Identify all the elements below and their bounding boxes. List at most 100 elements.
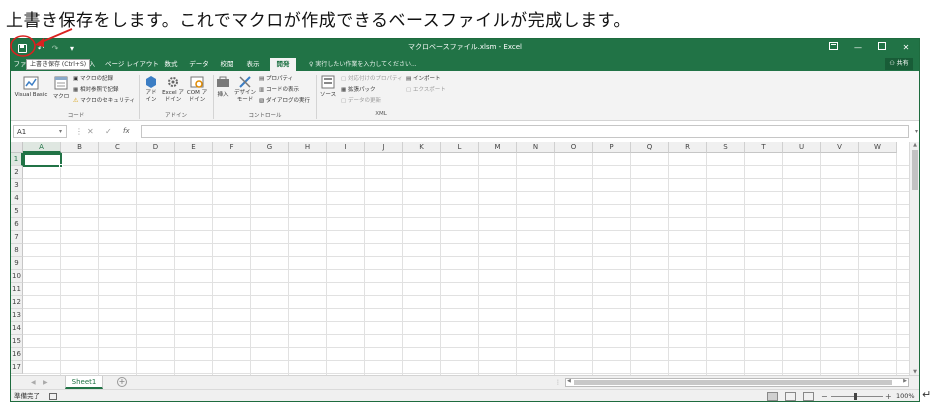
addins-button[interactable]: アド イン [142, 75, 160, 104]
row-header-15[interactable]: 15 [11, 335, 23, 348]
zoom-slider[interactable] [831, 396, 883, 397]
view-code-button[interactable]: ▥ コードの表示 [259, 85, 299, 93]
column-header-m[interactable]: M [479, 142, 517, 153]
excel-addins-button[interactable]: Excel アドイン [162, 75, 184, 104]
maximize-button[interactable] [869, 41, 895, 55]
tab-file[interactable]: ファ [13, 58, 27, 71]
column-header-c[interactable]: C [99, 142, 137, 153]
column-header-n[interactable]: N [517, 142, 555, 153]
tab-data[interactable]: データ [187, 58, 211, 71]
scroll-left-icon[interactable]: ◀ [567, 378, 571, 384]
column-header-t[interactable]: T [745, 142, 783, 153]
zoom-level[interactable]: 100% [896, 390, 915, 401]
row-header-4[interactable]: 4 [11, 192, 23, 205]
ribbon-display-options-button[interactable] [820, 41, 846, 55]
row-header-14[interactable]: 14 [11, 322, 23, 335]
confirm-edit-button[interactable]: ✓ [105, 125, 112, 138]
column-header-r[interactable]: R [669, 142, 707, 153]
macro-recording-icon[interactable] [49, 393, 57, 400]
scroll-up-icon[interactable]: ▲ [910, 142, 919, 148]
horizontal-scrollbar[interactable]: ◀ ▶ [565, 378, 909, 387]
tab-review[interactable]: 校閲 [217, 58, 237, 71]
name-box-dropdown-icon[interactable]: ▾ [59, 125, 62, 138]
row-header-2[interactable]: 2 [11, 166, 23, 179]
page-layout-view-button[interactable] [785, 392, 796, 401]
sheet-next-icon[interactable]: ▶ [43, 376, 48, 389]
row-header-16[interactable]: 16 [11, 348, 23, 361]
xml-export-button[interactable]: ▢ エクスポート [406, 85, 446, 93]
row-header-7[interactable]: 7 [11, 231, 23, 244]
row-header-12[interactable]: 12 [11, 296, 23, 309]
tab-developer[interactable]: 開発 [270, 58, 296, 71]
column-header-i[interactable]: I [327, 142, 365, 153]
column-header-g[interactable]: G [251, 142, 289, 153]
tell-me-search[interactable]: ♀ 実行したい作業を入力してください... [309, 58, 417, 71]
insert-function-button[interactable]: fx [123, 125, 130, 138]
cell-area[interactable] [23, 153, 909, 375]
row-header-10[interactable]: 10 [11, 270, 23, 283]
column-header-f[interactable]: F [213, 142, 251, 153]
column-header-k[interactable]: K [403, 142, 441, 153]
tab-view[interactable]: 表示 [243, 58, 263, 71]
column-header-b[interactable]: B [61, 142, 99, 153]
page-break-preview-button[interactable] [803, 392, 814, 401]
sheet-prev-icon[interactable]: ◀ [31, 376, 36, 389]
row-header-5[interactable]: 5 [11, 205, 23, 218]
row-header-11[interactable]: 11 [11, 283, 23, 296]
vertical-scrollbar[interactable]: ▲ ▼ [909, 142, 919, 375]
normal-view-button[interactable] [767, 392, 778, 401]
worksheet-grid[interactable]: A B C D E F G H I J K L M N O P Q R S T U V W 1 2 3 4 5 6 7 8 9 10 11 12 13… [11, 142, 909, 375]
column-header-a[interactable]: A [23, 142, 61, 153]
row-header-3[interactable]: 3 [11, 179, 23, 192]
row-header-9[interactable]: 9 [11, 257, 23, 270]
zoom-out-button[interactable]: − [821, 390, 828, 401]
sheet-tab-sheet1[interactable]: Sheet1 [65, 376, 103, 389]
scroll-right-icon[interactable]: ▶ [903, 378, 907, 384]
macro-security-button[interactable]: ⚠ マクロのセキュリティ [73, 96, 135, 104]
tab-page-layout[interactable]: ページ レイアウト [105, 58, 159, 71]
cancel-edit-button[interactable]: ✕ [87, 125, 94, 138]
column-header-o[interactable]: O [555, 142, 593, 153]
column-header-v[interactable]: V [821, 142, 859, 153]
horizontal-scroll-thumb[interactable] [574, 380, 892, 385]
column-header-q[interactable]: Q [631, 142, 669, 153]
column-header-e[interactable]: E [175, 142, 213, 153]
refresh-data-button[interactable]: ▢ データの更新 [341, 96, 381, 104]
column-header-u[interactable]: U [783, 142, 821, 153]
design-mode-button[interactable]: デザイン モード [233, 75, 257, 104]
tab-split-handle[interactable]: ⋮ [555, 376, 561, 389]
close-button[interactable]: ✕ [893, 41, 919, 55]
add-sheet-button[interactable]: + [117, 377, 127, 387]
active-cell-a1[interactable] [23, 153, 62, 167]
share-button[interactable]: ⚇ 共有 [885, 58, 913, 70]
minimize-button[interactable]: — [845, 41, 871, 55]
column-header-w[interactable]: W [859, 142, 897, 153]
expand-formula-bar-icon[interactable]: ▾ [915, 125, 918, 138]
xml-source-button[interactable]: ソース [318, 75, 338, 98]
expansion-packs-button[interactable]: ▦ 拡張パック [341, 85, 375, 93]
formula-input[interactable] [141, 125, 909, 138]
properties-button[interactable]: ▤ プロパティ [259, 74, 293, 82]
column-header-p[interactable]: P [593, 142, 631, 153]
vertical-scroll-thumb[interactable] [912, 150, 918, 190]
tab-formulas[interactable]: 数式 [161, 58, 181, 71]
row-header-13[interactable]: 13 [11, 309, 23, 322]
zoom-slider-thumb[interactable] [854, 393, 857, 400]
row-header-17[interactable]: 17 [11, 361, 23, 374]
row-header-8[interactable]: 8 [11, 244, 23, 257]
column-header-h[interactable]: H [289, 142, 327, 153]
column-header-j[interactable]: J [365, 142, 403, 153]
zoom-in-button[interactable]: + [885, 390, 892, 401]
run-dialog-button[interactable]: ▧ ダイアログの実行 [259, 96, 310, 104]
column-header-s[interactable]: S [707, 142, 745, 153]
insert-control-button[interactable]: 挿入 [215, 75, 231, 98]
column-header-d[interactable]: D [137, 142, 175, 153]
visual-basic-button[interactable]: Visual Basic [13, 75, 49, 98]
xml-import-button[interactable]: ▤ インポート [406, 74, 440, 82]
com-addins-button[interactable]: COM アドイン [186, 75, 208, 104]
row-header-6[interactable]: 6 [11, 218, 23, 231]
column-header-l[interactable]: L [441, 142, 479, 153]
map-properties-button[interactable]: ▢ 対応付けのプロパティ [341, 74, 403, 82]
select-all-button[interactable] [11, 142, 23, 153]
relative-reference-button[interactable]: ▦ 相対参照で記録 [73, 85, 118, 93]
